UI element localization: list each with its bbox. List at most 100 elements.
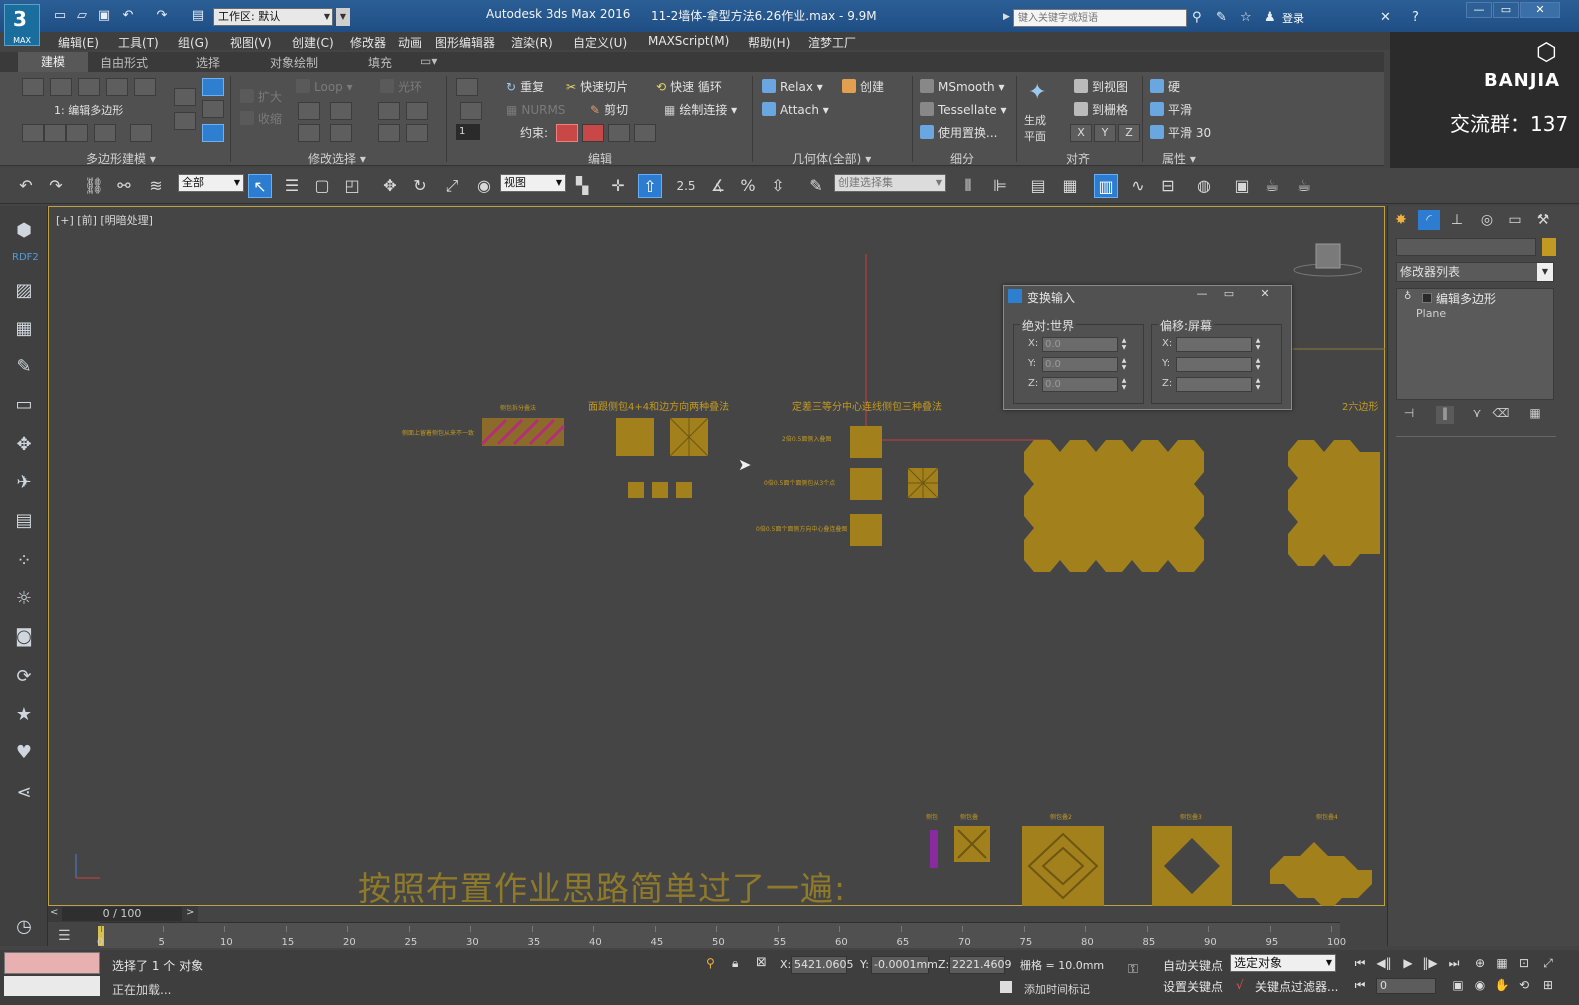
named-selection-set-input[interactable]: 创建选择集 ▼ (834, 174, 946, 192)
quickloop-button[interactable]: ⟲ 快速 循环 (656, 78, 722, 96)
snaps-toggle-icon[interactable]: 2.5 (674, 174, 698, 198)
off-x-input[interactable] (1176, 337, 1252, 352)
preview-icon[interactable] (130, 124, 152, 142)
layout-icon[interactable]: ▦ (11, 316, 37, 342)
make-unique-icon[interactable]: ⋎ (1468, 406, 1486, 424)
angle-snap-icon[interactable]: ∡ (706, 174, 730, 198)
window-crossing-icon[interactable]: ◰ (340, 174, 364, 198)
element-mode-icon[interactable] (134, 78, 156, 96)
time-slider-value[interactable]: 0 / 100 (62, 907, 182, 921)
use-displacement-button[interactable]: 使用置换... (920, 124, 997, 142)
absolute-mode-icon[interactable]: ⊠ (756, 955, 767, 970)
spinner-snap-icon[interactable]: ⇳ (766, 174, 790, 198)
minimize-button[interactable]: — (1466, 2, 1492, 18)
render-setup-icon[interactable]: ▣ (1230, 174, 1254, 198)
key-icon[interactable]: ⚿ (1128, 962, 1138, 977)
hard-button[interactable]: 硬 (1150, 78, 1180, 96)
open-file-icon[interactable]: ▱ (74, 8, 90, 24)
undo-icon[interactable]: ↶ (120, 8, 136, 24)
selected-object-select[interactable]: 选定对象 ▼ (1230, 954, 1336, 972)
off-y-input[interactable] (1176, 357, 1252, 372)
ring-mode-icon[interactable] (378, 124, 400, 142)
group-subdivide[interactable]: 细分 (950, 150, 974, 167)
selection-filter-select[interactable]: 全部 ▼ (178, 174, 244, 192)
to-view-button[interactable]: 到视图 (1074, 78, 1128, 96)
lock-icon[interactable]: 🔒︎ (732, 956, 738, 971)
star-icon[interactable]: ★ (11, 702, 37, 728)
menu-maxscript[interactable]: MAXScript(M) (648, 34, 729, 48)
menu-tools[interactable]: 工具(T) (118, 34, 159, 51)
loop-mode-icon[interactable] (298, 124, 320, 142)
smooth30-button[interactable]: 平滑 30 (1150, 124, 1211, 142)
link-icon[interactable]: ⛓ (82, 174, 106, 198)
abs-z-input[interactable]: 0.0 (1042, 377, 1118, 392)
tab-modeling[interactable]: 建模 (18, 52, 88, 72)
zoom-all-icon[interactable]: ▦ (1492, 956, 1512, 972)
expand-toggle-icon[interactable] (1422, 293, 1432, 303)
key-mode-icon[interactable]: ⏮ (1350, 978, 1370, 994)
select-rotate-icon[interactable]: ↻ (408, 174, 432, 198)
tab-selection[interactable]: 选择 (196, 54, 220, 71)
tab-populate[interactable]: 填充 (368, 54, 392, 71)
rdf-logo-icon[interactable]: ⬢ (11, 218, 37, 244)
make-planar-icon[interactable]: ✦ (1028, 80, 1046, 105)
menu-modifiers[interactable]: 修改器 (350, 34, 386, 51)
orbit-icon[interactable]: ⟲ (1514, 978, 1534, 994)
select-place-icon[interactable]: ◉ (472, 174, 496, 198)
attach-button[interactable]: Attach ▾ (762, 101, 829, 119)
utilities-tab-icon[interactable]: ⚒ (1532, 210, 1554, 230)
constraint-edge-icon[interactable] (582, 124, 604, 142)
login-button[interactable]: 登录 (1282, 10, 1304, 26)
constraint-normal-icon[interactable] (634, 124, 656, 142)
collapse-stack-icon[interactable] (22, 124, 44, 142)
menu-graph-editors[interactable]: 图形编辑器 (435, 34, 495, 51)
tab-freeform[interactable]: 自由形式 (100, 54, 148, 71)
rectangular-selection-icon[interactable]: ▢ (310, 174, 334, 198)
unlink-icon[interactable]: ⚯ (112, 174, 136, 198)
subscription-icon[interactable]: ✎ (1216, 10, 1227, 25)
menu-render-factory[interactable]: 渲梦工厂 (808, 34, 856, 51)
off-z-spinner[interactable]: ▲ ▼ (1254, 377, 1262, 392)
search-expand-icon[interactable]: ▶ (1003, 12, 1010, 22)
constraint-face-icon[interactable] (608, 124, 630, 142)
app-menu-button[interactable]: 3 MAX (4, 4, 40, 46)
coord-y-input[interactable]: -0.0001mm (871, 956, 938, 974)
zoom-icon[interactable]: ⊕ (1470, 956, 1490, 972)
ring-grow-icon[interactable] (378, 102, 400, 120)
vertex-mode-icon[interactable] (22, 78, 44, 96)
stack-item-edit-poly[interactable]: 编辑多边形 (1436, 290, 1496, 307)
group-polygon-modeling[interactable]: 多边形建模 ▾ (86, 150, 156, 167)
edit-named-selection-icon[interactable]: ✎ (804, 174, 828, 198)
off-x-spinner[interactable]: ▲ ▼ (1254, 337, 1262, 352)
heart-icon[interactable]: ♥ (11, 740, 37, 766)
layer-explorer-icon[interactable]: ▤ (1026, 174, 1050, 198)
dialog-close-button[interactable]: ✕ (1256, 287, 1274, 301)
group-align[interactable]: 对齐 (1066, 150, 1090, 167)
add-time-tag-checkbox[interactable] (1000, 981, 1012, 993)
menu-create[interactable]: 创建(C) (292, 34, 334, 51)
key-filters-button[interactable]: 关键点过滤器... (1255, 978, 1338, 995)
time-next-icon[interactable]: > (186, 907, 194, 918)
next-frame-icon[interactable]: ‖▶ (1420, 956, 1440, 972)
polygon-mode-icon[interactable] (106, 78, 128, 96)
workspace-select[interactable]: 工作区: 默认 ▼ (213, 8, 333, 26)
loop-grow-icon[interactable] (298, 102, 320, 120)
abs-y-input[interactable]: 0.0 (1042, 357, 1118, 372)
ring-shrink-icon[interactable] (406, 102, 428, 120)
menu-edit[interactable]: 编辑(E) (58, 34, 99, 51)
close-button[interactable]: ✕ (1520, 2, 1560, 18)
maxscript-listener-2[interactable] (4, 976, 100, 996)
menu-group[interactable]: 组(G) (178, 34, 209, 51)
new-file-icon[interactable]: ▭ (52, 8, 68, 24)
undo-icon[interactable]: ↶ (14, 174, 38, 198)
toggle-ribbon-icon[interactable]: ▦ (1058, 174, 1082, 198)
tab-object-paint[interactable]: 对象绘制 (270, 54, 318, 71)
show-end-result-icon[interactable]: ‖ (1436, 406, 1454, 424)
redo-icon[interactable]: ↷ (44, 174, 68, 198)
modifier-list-select[interactable]: 修改器列表 ▼ (1396, 262, 1554, 282)
workspace-menu-button[interactable]: ▼ (336, 8, 350, 26)
cut-button[interactable]: ✎ 剪切 (590, 101, 628, 119)
abs-y-spinner[interactable]: ▲ ▼ (1120, 357, 1128, 372)
viewport-toggle-icon[interactable]: ⊞ (1538, 978, 1558, 994)
soft-selection-icon[interactable] (202, 124, 224, 142)
